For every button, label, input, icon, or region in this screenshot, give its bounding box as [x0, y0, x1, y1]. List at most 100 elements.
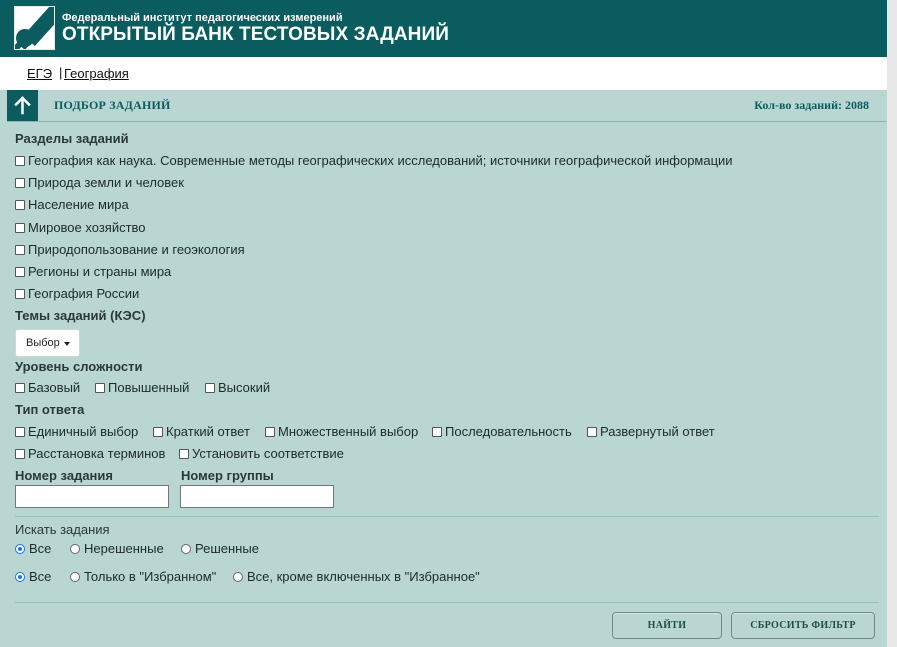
radio[interactable] [181, 543, 191, 554]
answer-type-checkbox[interactable]: Установить соответствие [179, 446, 344, 461]
checkbox-label: Регионы и страны мира [28, 264, 172, 279]
checkbox-label: Природопользование и геоэкология [28, 242, 245, 257]
caret-down-icon [63, 341, 70, 346]
difficulty-label: Уровень сложности [15, 359, 143, 374]
radio-label: Только в "Избранном" [84, 569, 217, 584]
checkbox[interactable] [15, 155, 25, 166]
checkbox-label: Население мира [28, 197, 129, 212]
checkbox[interactable] [15, 426, 25, 437]
checkbox[interactable] [179, 448, 189, 459]
panel-header: ПОДБОР ЗАДАНИЙ Кол-во заданий: 2088 [7, 90, 887, 122]
difficulty-checkbox-basic[interactable]: Базовый [15, 380, 80, 395]
task-count: Кол-во заданий: 2088 [754, 98, 869, 112]
checkbox-label: География России [28, 286, 140, 301]
breadcrumb-geography[interactable]: География [64, 66, 129, 81]
radio-label: Все, кроме включенных в "Избранное" [247, 569, 480, 584]
answer-type-checkbox[interactable]: Развернутый ответ [587, 424, 715, 439]
favorites-radio-except[interactable]: Все, кроме включенных в "Избранное" [233, 569, 480, 584]
radio[interactable] [70, 543, 80, 554]
checkbox-label: Развернутый ответ [600, 424, 715, 439]
checkbox-label: Установить соответствие [192, 446, 344, 461]
section-checkbox[interactable]: География как наука. Современные методы … [15, 153, 733, 168]
section-checkbox[interactable]: Регионы и страны мира [15, 264, 171, 279]
difficulty-checkbox-advanced[interactable]: Повышенный [95, 380, 189, 395]
site-header: Федеральный институт педагогических изме… [0, 0, 887, 57]
checkbox[interactable] [15, 448, 25, 459]
checkbox[interactable] [15, 222, 25, 233]
checkbox-label: География как наука. Современные методы … [28, 153, 733, 168]
org-name: Федеральный институт педагогических изме… [62, 12, 343, 24]
checkbox-label: Последовательность [445, 424, 572, 439]
status-radio-unsolved[interactable]: Нерешенные [70, 541, 164, 556]
collapse-button[interactable] [7, 90, 38, 121]
select-label: Выбор [26, 337, 60, 349]
difficulty-checkbox-high[interactable]: Высокий [205, 380, 270, 395]
radio-label: Решенные [195, 541, 259, 556]
favorites-radio-all[interactable]: Все [15, 569, 51, 584]
topics-select-button[interactable]: Выбор [15, 329, 80, 357]
radio-label: Нерешенные [84, 541, 164, 556]
search-label: Искать задания [15, 522, 110, 537]
favorites-radio-only[interactable]: Только в "Избранном" [70, 569, 216, 584]
checkbox[interactable] [15, 199, 25, 210]
section-checkbox[interactable]: Природопользование и геоэкология [15, 242, 245, 257]
radio-label: Все [29, 541, 52, 556]
checkbox-label: Повышенный [108, 380, 190, 395]
answer-type-checkbox[interactable]: Множественный выбор [265, 424, 418, 439]
bank-title: ОТКРЫТЫЙ БАНК ТЕСТОВЫХ ЗАДАНИЙ [62, 24, 449, 45]
checkbox-label: Множественный выбор [278, 424, 419, 439]
answer-type-label: Тип ответа [15, 402, 85, 417]
checkbox-label: Базовый [28, 380, 81, 395]
checkbox[interactable] [153, 426, 163, 437]
checkbox[interactable] [15, 244, 25, 255]
scrollbar[interactable] [887, 0, 897, 647]
breadcrumb: ЕГЭ | География [0, 57, 887, 90]
status-radio-solved[interactable]: Решенные [181, 541, 259, 556]
checkbox-label: Мировое хозяйство [28, 220, 146, 235]
checkbox[interactable] [432, 426, 442, 437]
checkbox-label: Краткий ответ [166, 424, 250, 439]
arrow-up-icon [14, 96, 31, 115]
section-checkbox[interactable]: Мировое хозяйство [15, 220, 146, 235]
checkbox[interactable] [95, 382, 105, 393]
find-button[interactable]: НАЙТИ [612, 612, 722, 639]
answer-type-checkbox[interactable]: Краткий ответ [153, 424, 250, 439]
answer-type-checkbox[interactable]: Расстановка терминов [15, 446, 165, 461]
section-checkbox[interactable]: География России [15, 286, 139, 301]
task-number-input[interactable] [15, 485, 169, 508]
section-checkbox[interactable]: Население мира [15, 197, 129, 212]
checkbox[interactable] [265, 426, 275, 437]
checkbox[interactable] [15, 177, 25, 188]
breadcrumb-separator: | [59, 65, 63, 80]
section-divider [15, 516, 879, 517]
topics-label: Темы заданий (КЭС) [15, 308, 146, 323]
checkbox[interactable] [15, 266, 25, 277]
checkbox-label: Природа земли и человек [28, 175, 184, 190]
status-radio-all[interactable]: Все [15, 541, 51, 556]
group-number-label: Номер группы [181, 468, 274, 483]
task-number-label: Номер задания [15, 468, 113, 483]
radio[interactable] [15, 571, 25, 582]
radio[interactable] [70, 571, 80, 582]
answer-type-checkbox[interactable]: Последовательность [432, 424, 572, 439]
checkbox-label: Единичный выбор [28, 424, 139, 439]
group-number-input[interactable] [180, 485, 334, 508]
filter-panel: ПОДБОР ЗАДАНИЙ Кол-во заданий: 2088 Разд… [7, 90, 887, 647]
radio-label: Все [29, 569, 52, 584]
section-checkbox[interactable]: Природа земли и человек [15, 175, 184, 190]
section-divider [15, 602, 879, 603]
panel-title: ПОДБОР ЗАДАНИЙ [54, 98, 171, 112]
checkbox-label: Расстановка терминов [28, 446, 166, 461]
radio[interactable] [15, 543, 25, 554]
answer-type-checkbox[interactable]: Единичный выбор [15, 424, 138, 439]
radio[interactable] [233, 571, 243, 582]
reset-filter-button[interactable]: СБРОСИТЬ ФИЛЬТР [731, 612, 875, 639]
checkbox[interactable] [205, 382, 215, 393]
checkbox-label: Высокий [218, 380, 271, 395]
sections-label: Разделы заданий [15, 131, 129, 146]
breadcrumb-ege[interactable]: ЕГЭ [27, 66, 52, 81]
fipi-logo[interactable] [14, 6, 55, 50]
checkbox[interactable] [15, 288, 25, 299]
checkbox[interactable] [587, 426, 597, 437]
checkbox[interactable] [15, 382, 25, 393]
